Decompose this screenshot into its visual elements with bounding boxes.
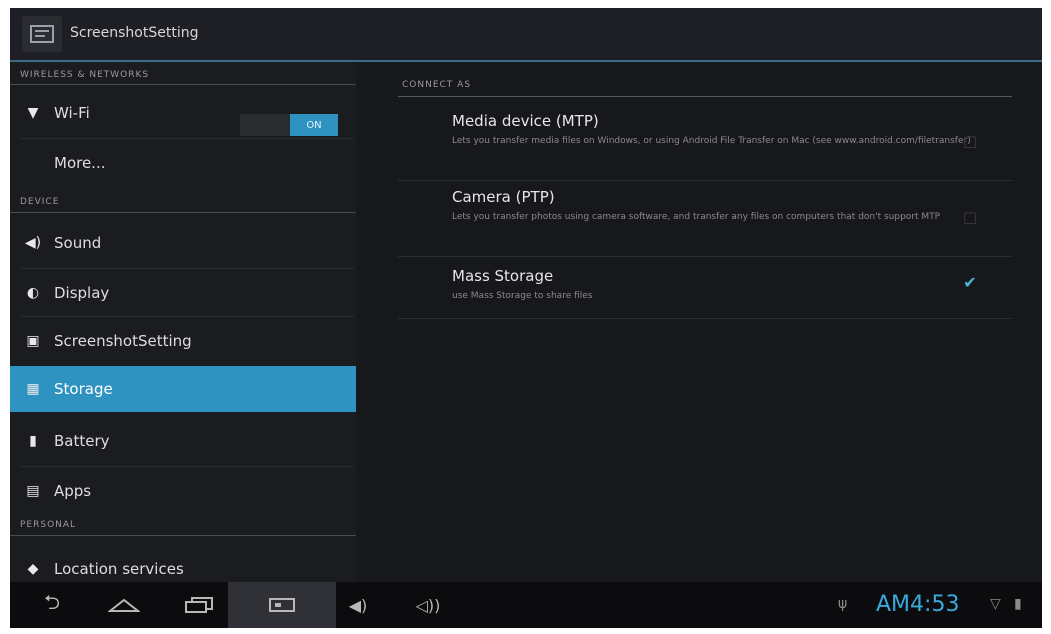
sidebar-item-display[interactable]: ◐ Display <box>10 270 356 316</box>
status-clock: AM4:53 <box>876 592 960 617</box>
action-bar: ScreenshotSetting <box>10 8 1042 60</box>
option-divider <box>398 318 1012 319</box>
sidebar-item-label: Storage <box>54 380 113 398</box>
sidebar-item-apps[interactable]: ▤ Apps <box>10 468 356 514</box>
option-divider <box>398 180 1012 181</box>
sidebar-item-label: More... <box>54 154 106 172</box>
item-divider <box>20 268 354 269</box>
settings-app-icon-glyph <box>30 25 54 43</box>
option-subtitle: use Mass Storage to share files <box>452 291 593 301</box>
battery-status-icon: ▮ <box>1014 596 1022 612</box>
option-ptp[interactable]: Camera (PTP) Lets you transfer photos us… <box>452 188 972 223</box>
page-title: ScreenshotSetting <box>70 25 199 41</box>
wifi-signal-icon: ▽ <box>990 596 1001 612</box>
item-divider <box>20 316 354 317</box>
screenshot-icon: ▣ <box>26 333 40 349</box>
option-subtitle: Lets you transfer media files on Windows… <box>452 136 971 146</box>
section-divider <box>398 96 1012 97</box>
back-button[interactable]: ⮌ <box>30 582 74 628</box>
option-title: Camera (PTP) <box>452 188 555 206</box>
item-divider <box>20 138 354 139</box>
sidebar-item-label: Sound <box>54 234 102 252</box>
section-divider <box>10 84 356 85</box>
recent-apps-button[interactable] <box>174 582 224 628</box>
back-icon: ⮌ <box>43 590 61 614</box>
display-icon: ◐ <box>26 285 40 301</box>
screenshot-button[interactable] <box>228 582 336 628</box>
volume-up-icon: ◁)) <box>415 595 441 615</box>
battery-icon: ▮ <box>29 433 37 449</box>
sidebar-item-label: Wi-Fi <box>54 104 90 122</box>
recent-apps-icon <box>185 597 213 613</box>
system-navigation-bar: ⮌ ◀) ◁)) ψ AM4:53 ▽ ▮ <box>10 582 1042 628</box>
location-icon: ◆ <box>27 561 39 577</box>
section-divider <box>10 212 356 213</box>
option-mtp[interactable]: Media device (MTP) Lets you transfer med… <box>452 112 972 147</box>
option-subtitle: Lets you transfer photos using camera so… <box>452 212 941 222</box>
sidebar-item-label: Display <box>54 284 110 302</box>
apps-icon: ▤ <box>26 483 40 499</box>
ptp-checkbox[interactable]: ☐ <box>962 209 978 228</box>
sidebar-item-battery[interactable]: ▮ Battery <box>10 418 356 464</box>
wifi-icon: ▼ <box>27 105 39 121</box>
sidebar-item-storage[interactable]: ▦ Storage <box>10 366 356 412</box>
option-divider <box>398 256 1012 257</box>
volume-down-button[interactable]: ◀) <box>340 582 376 628</box>
sidebar-item-label: Apps <box>54 482 92 500</box>
sidebar-item-label: ScreenshotSetting <box>54 332 192 350</box>
option-title: Media device (MTP) <box>452 112 599 130</box>
sidebar-item-more[interactable]: More... <box>10 140 356 186</box>
volume-up-button[interactable]: ◁)) <box>410 582 446 628</box>
usb-icon: ψ <box>838 596 848 612</box>
home-icon <box>108 598 140 612</box>
volume-down-icon: ◀) <box>348 595 368 615</box>
section-header-wireless: WIRELESS & NETWORKS <box>20 70 150 80</box>
section-header-device: DEVICE <box>20 197 60 207</box>
section-header-personal: PERSONAL <box>20 520 77 530</box>
option-title: Mass Storage <box>452 267 554 285</box>
sound-icon: ◀) <box>24 235 42 251</box>
settings-app-icon[interactable] <box>22 16 62 52</box>
sidebar-item-label: Location services <box>54 560 184 578</box>
sidebar-item-screenshotsetting[interactable]: ▣ ScreenshotSetting <box>10 318 356 364</box>
sidebar-item-sound[interactable]: ◀) Sound <box>10 220 356 266</box>
mass-storage-checkbox-checked[interactable]: ✔ <box>962 273 978 292</box>
mtp-checkbox[interactable]: ☐ <box>962 133 978 152</box>
option-mass-storage[interactable]: Mass Storage use Mass Storage to share f… <box>452 267 972 302</box>
android-settings-screen: ScreenshotSetting WIRELESS & NETWORKS ▼ … <box>10 8 1042 628</box>
sidebar-item-label: Battery <box>54 432 110 450</box>
wifi-toggle[interactable]: ON <box>240 114 338 136</box>
settings-sidebar: WIRELESS & NETWORKS ▼ Wi-Fi ON More... D… <box>10 62 356 582</box>
screenshot-icon <box>269 598 295 612</box>
storage-icon: ▦ <box>26 381 40 397</box>
home-button[interactable] <box>102 582 146 628</box>
item-divider <box>20 466 354 467</box>
section-divider <box>10 535 356 536</box>
storage-usb-connection-pane: CONNECT AS Media device (MTP) Lets you t… <box>356 62 1042 582</box>
wifi-toggle-on: ON <box>290 114 338 136</box>
section-header-connect-as: CONNECT AS <box>402 80 472 90</box>
